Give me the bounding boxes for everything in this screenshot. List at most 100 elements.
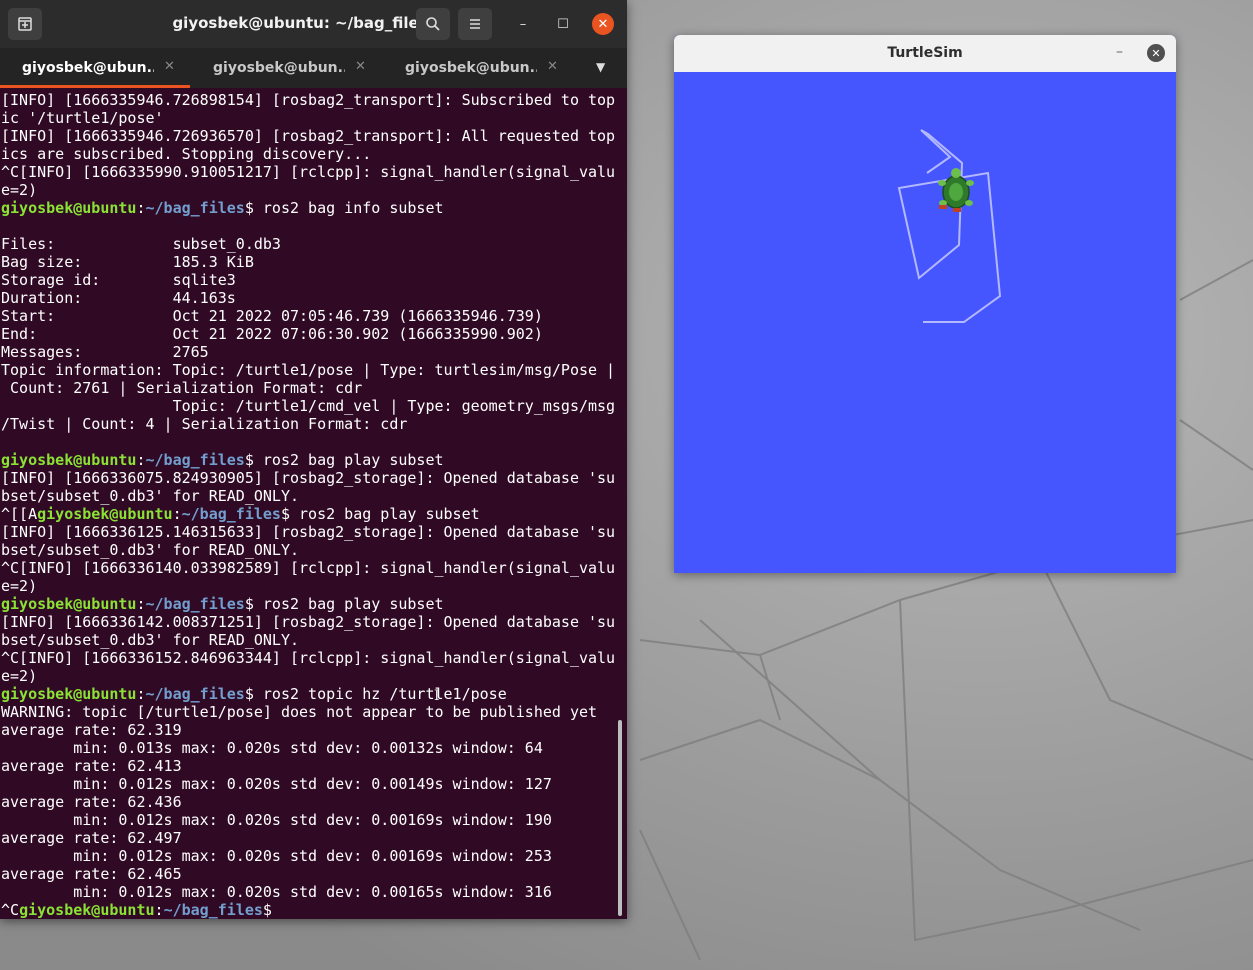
tab-3-label: giyosbek@ubun... — [405, 60, 537, 76]
terminal-line: /Twist | Count: 4 | Serialization Format… — [1, 415, 408, 433]
tab-2-label: giyosbek@ubun... — [213, 60, 345, 76]
search-icon — [426, 17, 440, 31]
terminal-line: Bag size: 185.3 KiB — [1, 253, 254, 271]
prompt-separator: : — [136, 685, 146, 703]
turtlesim-minimize-button[interactable]: – — [1116, 44, 1123, 60]
terminal-line: average rate: 62.436 — [1, 793, 182, 811]
terminal-line: giyosbek@ubuntu:~/bag_files$ ros2 topic … — [0, 685, 620, 703]
prompt-user: giyosbek@ubuntu — [1, 685, 137, 703]
terminal-line: average rate: 62.319 — [1, 721, 182, 739]
tab-2[interactable]: giyosbek@ubun... ✕ — [191, 48, 382, 88]
terminal-line: bset/subset_0.db3' for READ_ONLY. — [1, 541, 300, 559]
terminal-line: ic '/turtle1/pose' — [1, 109, 164, 127]
terminal-line: [INFO] [1666335946.726936570] [rosbag2_t… — [1, 127, 616, 145]
tab-bar: giyosbek@ubun... ✕ giyosbek@ubun... ✕ gi… — [0, 48, 627, 88]
terminal-line: End: Oct 21 2022 07:06:30.902 (166633599… — [1, 325, 543, 343]
turtlesim-header-bar[interactable]: TurtleSim – ✕ — [674, 35, 1176, 73]
line-prefix: ^[[A — [1, 505, 38, 523]
terminal-line: e=2) — [1, 577, 38, 595]
terminal-line: Topic: /turtle1/cmd_vel | Type: geometry… — [1, 397, 616, 415]
close-button[interactable]: ✕ — [592, 13, 614, 35]
text-cursor-icon: I — [434, 688, 440, 704]
terminal-line: [INFO] [1666335946.726898154] [rosbag2_t… — [1, 91, 616, 109]
terminal-line: giyosbek@ubuntu:~/bag_files$ ros2 bag pl… — [0, 595, 620, 613]
turtlesim-close-button[interactable]: ✕ — [1147, 44, 1165, 62]
terminal-line: bset/subset_0.db3' for READ_ONLY. — [1, 631, 300, 649]
terminal-line: [INFO] [1666336125.146315633] [rosbag2_s… — [1, 523, 616, 541]
command-text: $ ros2 bag info subset — [244, 199, 444, 217]
terminal-line: [INFO] [1666336142.008371251] [rosbag2_s… — [1, 613, 616, 631]
terminal-line: Duration: 44.163s — [1, 289, 236, 307]
terminal-line: Storage id: sqlite3 — [1, 271, 236, 289]
command-text: $ ros2 topic hz /turtle1/pose — [244, 685, 507, 703]
tab-1[interactable]: giyosbek@ubun... ✕ — [0, 48, 191, 88]
prompt-separator: : — [136, 595, 146, 613]
prompt-user: giyosbek@ubuntu — [1, 451, 137, 469]
new-tab-button[interactable] — [8, 8, 42, 40]
turtlesim-title: TurtleSim — [887, 45, 963, 61]
terminal-line: ^C[INFO] [1666336140.033982589] [rclcpp]… — [1, 559, 616, 577]
terminal-line: min: 0.012s max: 0.020s std dev: 0.00169… — [1, 847, 552, 865]
terminal-line: giyosbek@ubuntu:~/bag_files$ ros2 bag in… — [0, 199, 620, 217]
maximize-button[interactable]: ☐ — [553, 14, 573, 34]
prompt-path: ~/bag_files — [145, 685, 245, 703]
command-text: $ ros2 bag play subset — [244, 595, 444, 613]
turtlesim-canvas — [674, 72, 1176, 573]
terminal-line: Topic information: Topic: /turtle1/pose … — [1, 361, 616, 379]
terminal-line: Files: subset_0.db3 — [1, 235, 281, 253]
prompt-user: giyosbek@ubuntu — [19, 901, 155, 919]
terminal-line: Start: Oct 21 2022 07:05:46.739 (1666335… — [1, 307, 543, 325]
terminal-title: giyosbek@ubuntu: ~/bag_files — [172, 14, 428, 32]
search-button[interactable] — [416, 8, 450, 40]
command-text: $ — [262, 901, 272, 919]
terminal-line: e=2) — [1, 181, 38, 199]
active-tab-indicator — [0, 85, 190, 88]
tab-dropdown-icon[interactable]: ▼ — [596, 60, 605, 74]
prompt-separator: : — [136, 451, 146, 469]
terminal-line: ^C[INFO] [1666336152.846963344] [rclcpp]… — [1, 649, 616, 667]
terminal-line: bset/subset_0.db3' for READ_ONLY. — [1, 487, 300, 505]
terminal-line: min: 0.012s max: 0.020s std dev: 0.00165… — [1, 883, 552, 901]
terminal-line: ^C[INFO] [1666335990.910051217] [rclcpp]… — [1, 163, 616, 181]
prompt-path: ~/bag_files — [181, 505, 281, 523]
prompt-path: ~/bag_files — [145, 595, 245, 613]
prompt-separator: : — [172, 505, 182, 523]
terminal-header-bar[interactable]: giyosbek@ubuntu: ~/bag_files – ☐ ✕ — [0, 0, 627, 48]
new-tab-icon — [18, 17, 32, 31]
menu-button[interactable] — [458, 8, 492, 40]
terminal-line: average rate: 62.413 — [1, 757, 182, 775]
prompt-user: giyosbek@ubuntu — [1, 199, 137, 217]
terminal-line: [INFO] [1666336075.824930905] [rosbag2_s… — [1, 469, 616, 487]
prompt-path: ~/bag_files — [163, 901, 263, 919]
hamburger-menu-icon — [470, 19, 480, 29]
tab-1-label: giyosbek@ubun... — [22, 60, 154, 76]
terminal-line: min: 0.012s max: 0.020s std dev: 0.00149… — [1, 775, 552, 793]
terminal-output[interactable]: [INFO] [1666335946.726898154] [rosbag2_t… — [0, 91, 620, 919]
terminal-line: average rate: 62.465 — [1, 865, 182, 883]
terminal-line: ics are subscribed. Stopping discovery..… — [1, 145, 372, 163]
terminal-line: Messages: 2765 — [1, 343, 209, 361]
terminal-line: e=2) — [1, 667, 38, 685]
command-text: $ ros2 bag play subset — [244, 451, 444, 469]
tab-2-close-icon[interactable]: ✕ — [355, 59, 366, 74]
prompt-path: ~/bag_files — [145, 451, 245, 469]
terminal-line: average rate: 62.497 — [1, 829, 182, 847]
prompt-path: ~/bag_files — [145, 199, 245, 217]
prompt-user: giyosbek@ubuntu — [1, 595, 137, 613]
tab-1-close-icon[interactable]: ✕ — [164, 59, 175, 74]
prompt-separator: : — [154, 901, 164, 919]
command-text: $ ros2 bag play subset — [280, 505, 480, 523]
terminal-scrollbar[interactable] — [618, 720, 622, 916]
tab-3-close-icon[interactable]: ✕ — [547, 59, 558, 74]
terminal-line: giyosbek@ubuntu:~/bag_files$ ros2 bag pl… — [0, 451, 620, 469]
terminal-line: ^Cgiyosbek@ubuntu:~/bag_files$ — [0, 901, 620, 919]
terminal-window[interactable]: giyosbek@ubuntu: ~/bag_files – ☐ ✕ giyos… — [0, 0, 627, 919]
terminal-line: WARNING: topic [/turtle1/pose] does not … — [1, 703, 598, 721]
terminal-line: min: 0.013s max: 0.020s std dev: 0.00132… — [1, 739, 543, 757]
tab-3[interactable]: giyosbek@ubun... ✕ — [383, 48, 574, 88]
line-prefix: ^C — [1, 901, 20, 919]
turtlesim-window[interactable]: TurtleSim – ✕ — [674, 35, 1176, 573]
minimize-button[interactable]: – — [513, 14, 533, 34]
